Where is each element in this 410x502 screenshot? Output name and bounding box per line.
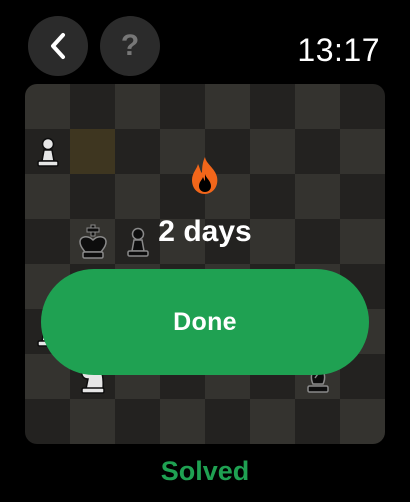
board-square-g6[interactable] (295, 174, 340, 219)
board-square-h7[interactable] (340, 129, 385, 174)
board-square-a6[interactable] (25, 174, 70, 219)
clock: 13:17 (297, 32, 380, 68)
board-square-d8[interactable] (160, 84, 205, 129)
chess-board (25, 84, 385, 444)
board-square-e1[interactable] (205, 399, 250, 444)
board-square-b6[interactable] (70, 174, 115, 219)
board-square-a8[interactable] (25, 84, 70, 129)
board-square-g8[interactable] (295, 84, 340, 129)
board-square-h1[interactable] (340, 399, 385, 444)
back-button[interactable] (28, 16, 88, 76)
board-square-a7[interactable] (25, 129, 70, 174)
board-square-f8[interactable] (250, 84, 295, 129)
board-square-b7[interactable] (70, 129, 115, 174)
question-mark-icon: ? (120, 29, 140, 62)
board-square-b8[interactable] (70, 84, 115, 129)
board-square-f1[interactable] (250, 399, 295, 444)
help-button[interactable]: ? (100, 16, 160, 76)
white-pawn-icon (25, 129, 70, 174)
board-square-a1[interactable] (25, 399, 70, 444)
flame-icon (192, 157, 218, 194)
chevron-left-icon (51, 33, 65, 59)
board-square-d1[interactable] (160, 399, 205, 444)
puzzle-status: Solved (160, 456, 250, 486)
board-square-h8[interactable] (340, 84, 385, 129)
board-square-h6[interactable] (340, 174, 385, 219)
done-button[interactable]: Done (41, 269, 369, 375)
streak-count: 2 days (158, 215, 252, 248)
done-button-label: Done (173, 307, 237, 336)
board-square-c8[interactable] (115, 84, 160, 129)
board-square-f6[interactable] (250, 174, 295, 219)
board-square-g7[interactable] (295, 129, 340, 174)
board-square-b1[interactable] (70, 399, 115, 444)
board-square-e8[interactable] (205, 84, 250, 129)
board-square-c7[interactable] (115, 129, 160, 174)
board-square-c1[interactable] (115, 399, 160, 444)
board-square-g1[interactable] (295, 399, 340, 444)
board-square-c6[interactable] (115, 174, 160, 219)
board-square-f7[interactable] (250, 129, 295, 174)
